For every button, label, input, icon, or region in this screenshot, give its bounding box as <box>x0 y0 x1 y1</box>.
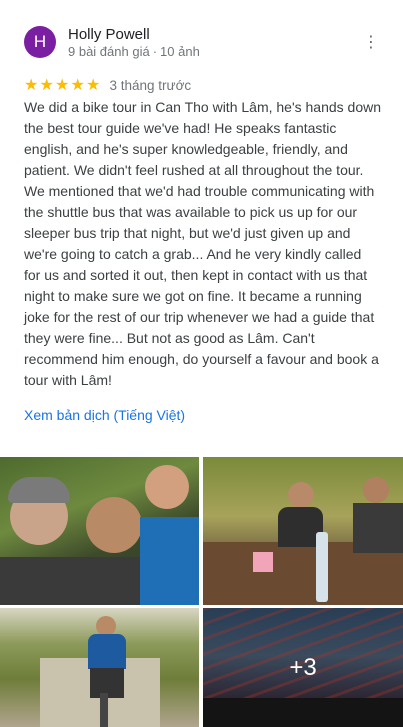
review-line: we're going to catch a grab... And he ve… <box>24 246 362 262</box>
review-line: We did a bike tour in Can Tho with Lâm, … <box>24 99 382 115</box>
reviews-count: 9 bài đánh giá <box>68 44 150 59</box>
review-header: H Holly Powell 9 bài đánh giá · 10 ảnh ⋮ <box>0 0 403 74</box>
photo-bottle-shape <box>316 532 328 602</box>
review-photo-group-selfie[interactable] <box>0 457 199 605</box>
review-line: joke for the rest of our trip whenever w… <box>24 309 375 325</box>
review-line: they were fine... But not as good as Lâm… <box>24 330 315 346</box>
more-photos-overlay[interactable]: +3 <box>203 608 403 727</box>
review-time: 3 tháng trước <box>109 77 192 93</box>
reviewer-name[interactable]: Holly Powell <box>68 26 150 43</box>
review-line: We mentioned that we'd had trouble commu… <box>24 183 375 199</box>
review-photo-drinking[interactable] <box>203 457 403 605</box>
photo-shirt-shape <box>88 634 126 669</box>
photos-count: 10 ảnh <box>160 44 200 59</box>
separator-dot: · <box>152 44 158 59</box>
photo-face-shape <box>86 497 142 553</box>
photo-shirt-shape <box>140 517 199 605</box>
photo-shirt-shape <box>353 503 403 553</box>
photo-bike-shape <box>100 693 108 727</box>
photo-face-shape <box>145 465 189 509</box>
photo-face-shape <box>288 482 314 508</box>
star-icon: ★ <box>86 77 101 94</box>
review-line: for us and sorted it out, then kept in c… <box>24 267 368 283</box>
photo-shirt-shape <box>0 557 140 605</box>
avatar[interactable]: H <box>24 26 56 58</box>
review-line: tour with Lâm! <box>24 372 112 388</box>
reviewer-meta: 9 bài đánh giá · 10 ảnh <box>68 44 200 59</box>
translate-link[interactable]: Xem bản dịch (Tiếng Việt) <box>24 407 185 423</box>
star-rating: ★ ★ ★ ★ ★ <box>24 75 102 95</box>
photo-cap-shape <box>8 477 70 503</box>
star-icon: ★ <box>70 77 85 94</box>
review-line: recommend him enough, do yourself a favo… <box>24 351 379 367</box>
more-vert-icon[interactable]: ⋮ <box>363 33 379 53</box>
review-line: patient. We didn't feel rushed at all th… <box>24 162 364 178</box>
review-line: english, and he's super knowledgeable, f… <box>24 141 348 157</box>
review-line: the best tour guide we've had! He speaks… <box>24 120 337 136</box>
review-line: sleeper bus trip that night, but we'd ju… <box>24 225 351 241</box>
review-photo-bike[interactable] <box>0 608 199 727</box>
star-icon: ★ <box>24 77 39 94</box>
photo-face-shape <box>96 616 116 636</box>
photo-cup-shape <box>253 552 273 572</box>
star-icon: ★ <box>39 77 54 94</box>
review-line: the shuttle bus that was available to pi… <box>24 204 358 220</box>
review-text: We did a bike tour in Can Tho with Lâm, … <box>24 97 389 391</box>
star-icon: ★ <box>55 77 70 94</box>
rating-row: ★ ★ ★ ★ ★ 3 tháng trước <box>24 76 191 94</box>
review-line: night to make sure we got on fine. It be… <box>24 288 362 304</box>
photo-face-shape <box>363 477 389 503</box>
